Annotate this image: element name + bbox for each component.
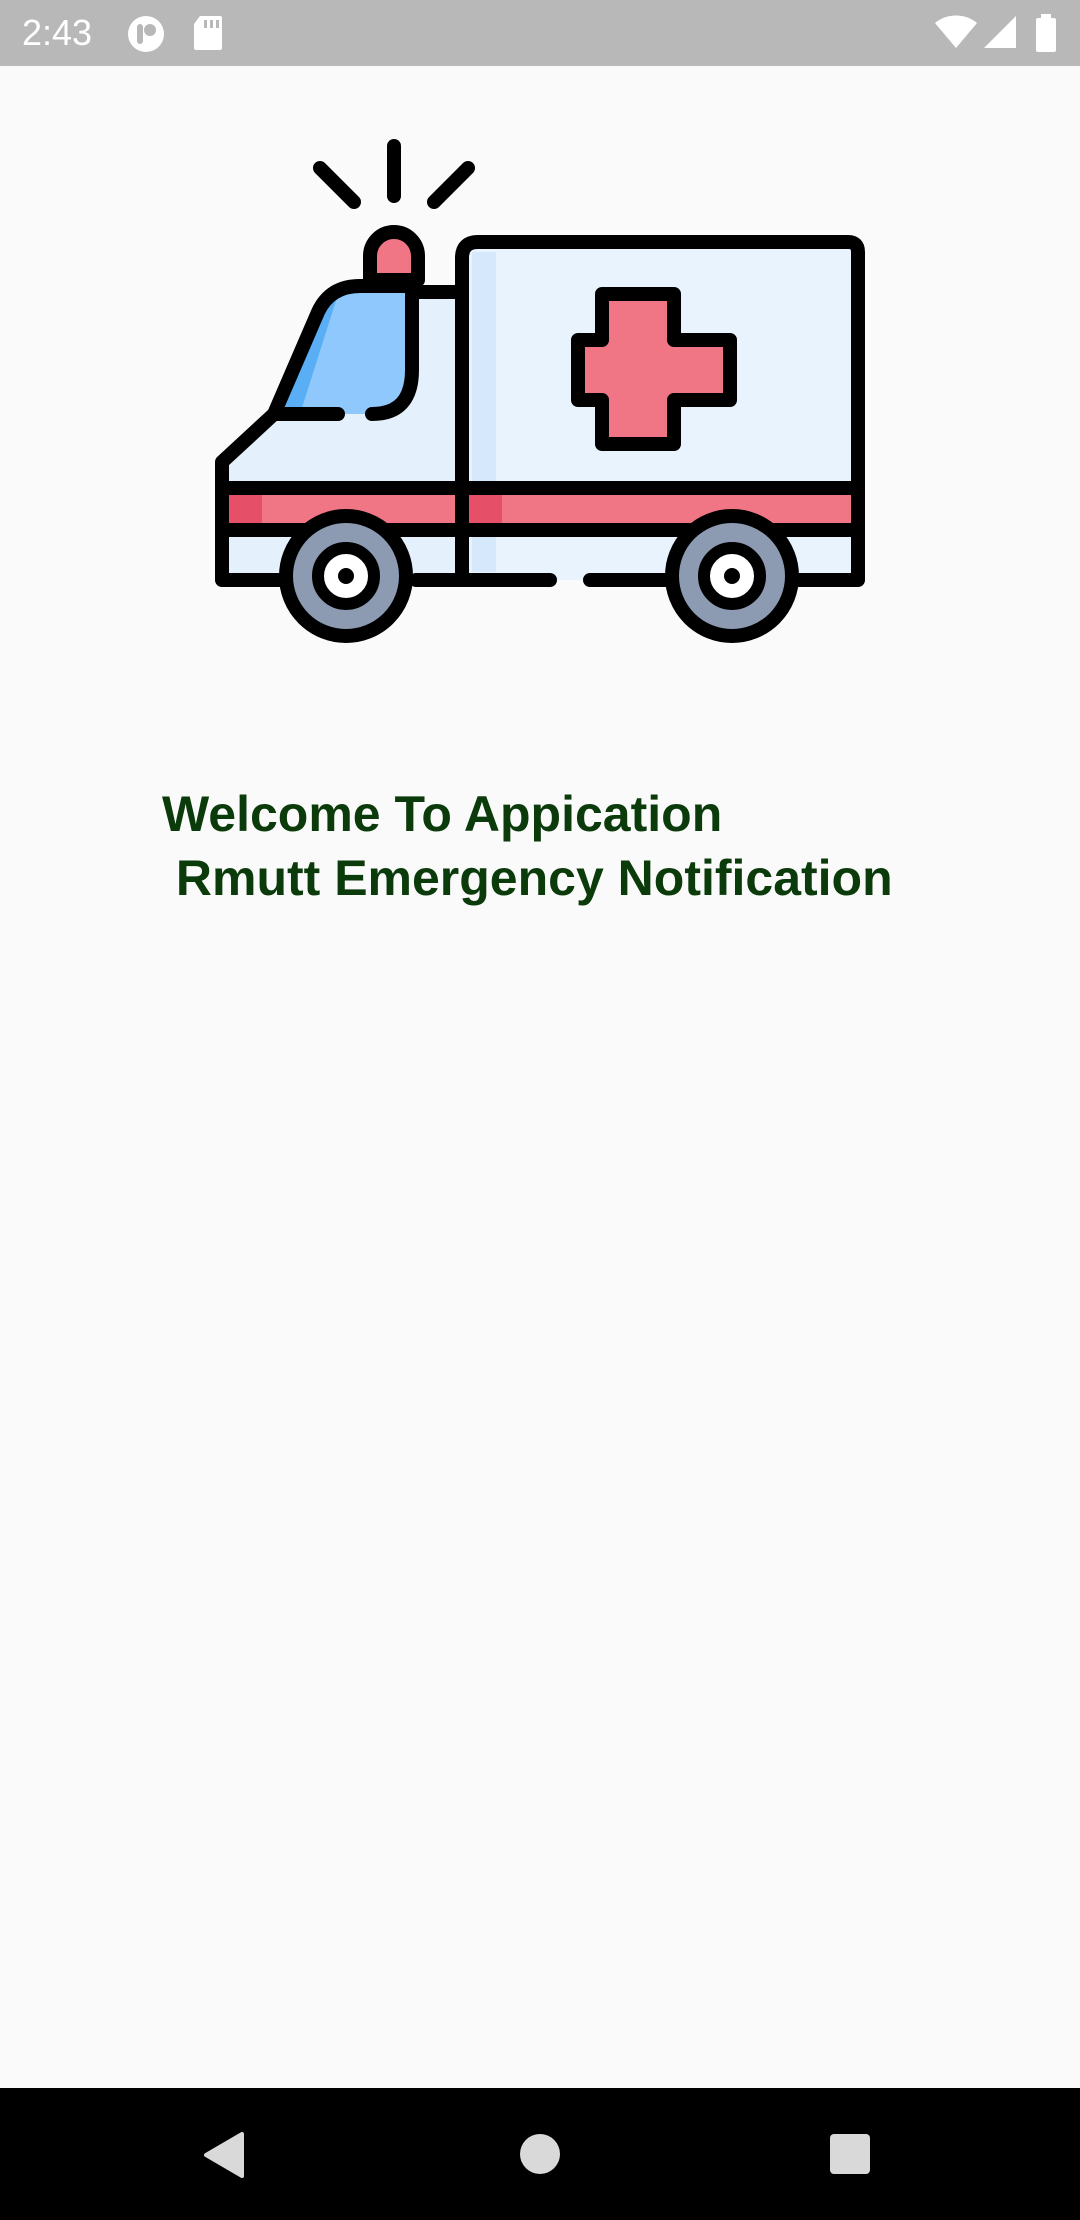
recents-button[interactable]	[790, 2088, 910, 2220]
back-icon	[204, 2132, 244, 2178]
battery-icon	[1036, 14, 1056, 52]
cellular-signal-icon	[984, 16, 1016, 48]
home-button[interactable]	[480, 2088, 600, 2220]
app-notification-icon	[128, 16, 164, 52]
status-time: 2:43	[22, 12, 93, 53]
status-bar: 2:43	[0, 0, 1080, 66]
back-button[interactable]	[166, 2088, 286, 2220]
sd-card-icon	[194, 16, 222, 50]
welcome-message: Welcome To Appication Rmutt Emergency No…	[162, 782, 1042, 910]
welcome-title-line1: Welcome To Appication	[162, 786, 723, 842]
welcome-title-line2: Rmutt Emergency Notification	[162, 850, 893, 906]
wifi-icon	[935, 15, 977, 48]
navigation-bar	[0, 2088, 1080, 2220]
ambulance-icon	[215, 139, 865, 643]
recents-icon	[830, 2134, 870, 2174]
home-icon	[520, 2134, 560, 2174]
main-content: Welcome To Appication Rmutt Emergency No…	[0, 66, 1080, 2088]
